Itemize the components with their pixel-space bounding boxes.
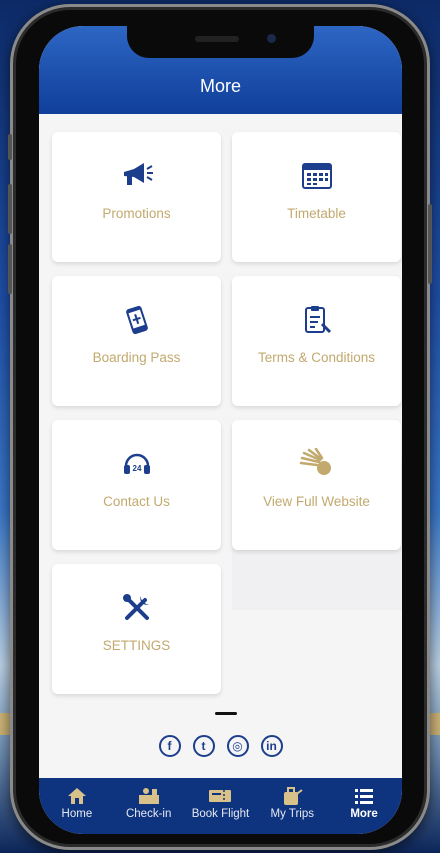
tab-label: More — [350, 808, 378, 820]
page-title: More — [199, 76, 241, 96]
mute-switch — [8, 134, 12, 160]
check-in-icon — [138, 788, 159, 804]
svg-text:24: 24 — [132, 464, 141, 473]
instagram-icon[interactable]: ◎ — [226, 735, 249, 757]
tab-book-flight[interactable]: Book Flight — [185, 778, 255, 834]
menu-item-settings[interactable]: SETTINGS — [52, 564, 221, 694]
volume-up-button — [8, 184, 12, 234]
linkedin-icon[interactable]: in — [260, 735, 283, 757]
app-screen: More Promotions Timetable Boarding Pass … — [39, 26, 402, 834]
menu-item-promotions[interactable]: Promotions — [52, 132, 221, 262]
headset-icon: 24 — [123, 453, 150, 474]
list-icon — [355, 789, 374, 804]
tools-icon — [122, 594, 149, 620]
tab-label: Home — [61, 808, 93, 820]
social-links: f t ◎ in — [39, 735, 402, 757]
home-icon — [67, 788, 86, 804]
volume-down-button — [8, 244, 12, 294]
menu-item-label: View Full Website — [263, 494, 370, 509]
menu-item-label: SETTINGS — [102, 638, 171, 653]
menu-item-terms-conditions[interactable]: Terms & Conditions — [232, 276, 401, 406]
website-logo-icon — [299, 448, 331, 475]
front-camera — [267, 34, 276, 43]
menu-item-label: Boarding Pass — [92, 350, 181, 365]
tab-label: Check-in — [125, 808, 172, 820]
twitter-icon[interactable]: t — [192, 735, 215, 757]
clipboard-icon — [304, 306, 331, 334]
speaker — [195, 36, 239, 42]
tab-my-trips[interactable]: My Trips — [257, 778, 327, 834]
home-indicator — [215, 712, 237, 715]
tab-check-in[interactable]: Check-in — [114, 778, 184, 834]
menu-item-timetable[interactable]: Timetable — [232, 132, 401, 262]
ticket-icon — [209, 790, 232, 802]
megaphone-icon — [123, 163, 153, 185]
boarding-pass-icon — [125, 305, 148, 335]
menu-item-label: Contact Us — [103, 494, 170, 509]
menu-item-contact-us[interactable]: 24 Contact Us — [52, 420, 221, 550]
calendar-icon — [301, 163, 332, 189]
tab-more[interactable]: More — [329, 778, 399, 834]
menu-item-boarding-pass[interactable]: Boarding Pass — [52, 276, 221, 406]
menu-item-label: Promotions — [102, 206, 171, 221]
tab-label: My Trips — [270, 808, 314, 820]
tab-home[interactable]: Home — [42, 778, 112, 834]
notch — [127, 26, 314, 58]
menu-item-view-full-website[interactable]: View Full Website — [232, 420, 401, 550]
power-button — [428, 204, 432, 284]
trips-icon — [284, 787, 303, 805]
menu-item-label: Terms & Conditions — [257, 350, 376, 365]
facebook-icon[interactable]: f — [158, 735, 181, 757]
tab-label: Book Flight — [191, 808, 250, 820]
bottom-tab-bar: Home Check-in Book Flight My Trips More — [39, 778, 402, 834]
menu-item-label: Timetable — [287, 206, 346, 221]
